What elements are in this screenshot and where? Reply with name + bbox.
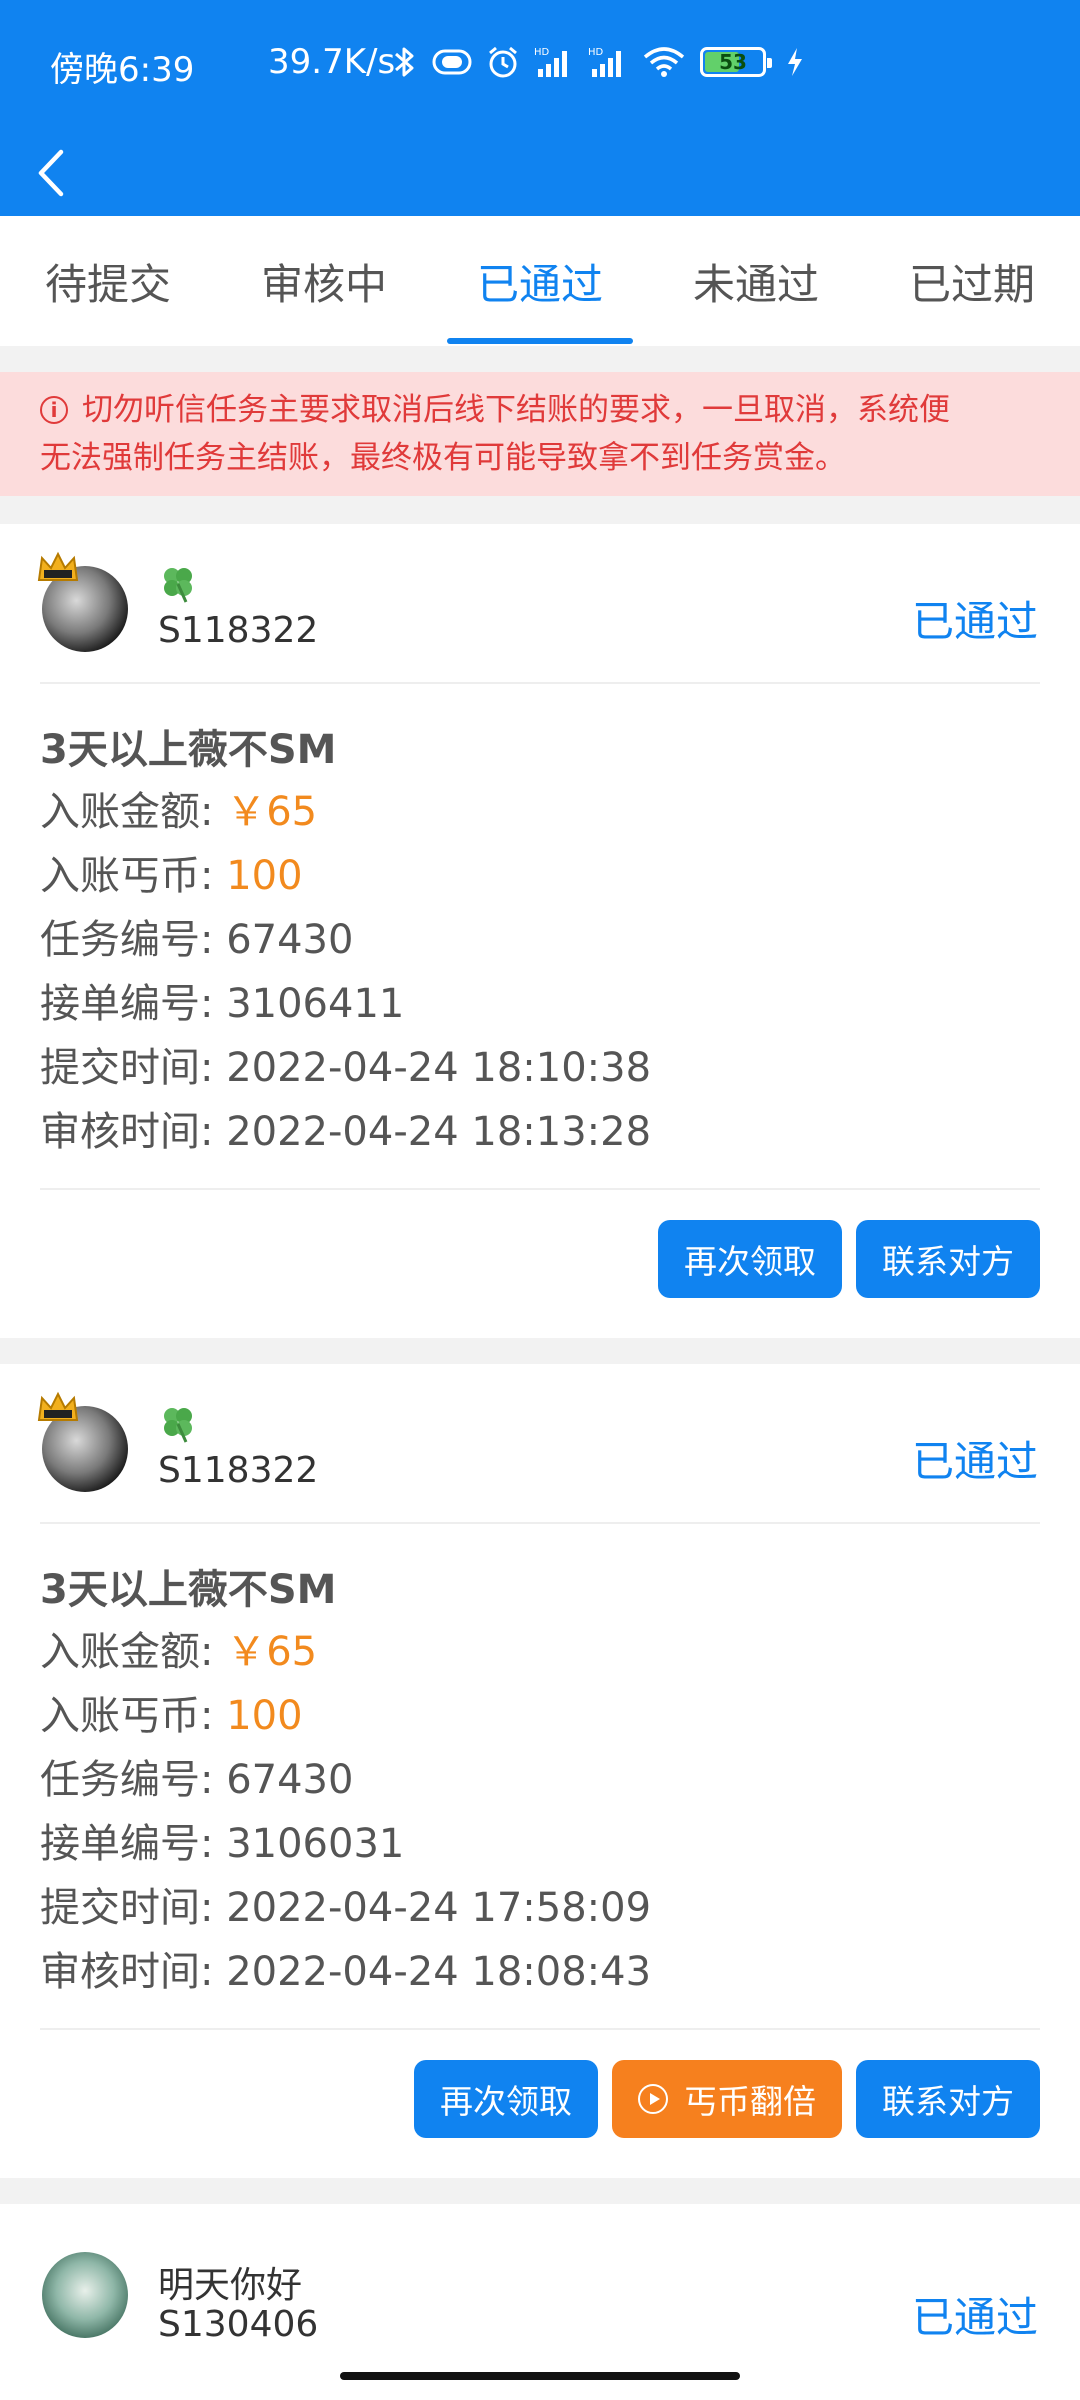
review-time-label: 审核时间: — [40, 1949, 227, 1995]
order-no-row: 接单编号: 3106031 — [40, 1812, 1040, 1876]
status-icons: HD HD 53 — [392, 40, 804, 84]
card-header: 明天你好 S130406 已通过 — [40, 2204, 1040, 2364]
double-coins-button[interactable]: 丐币翻倍 — [612, 2060, 842, 2138]
double-coins-label: 丐币翻倍 — [684, 2082, 816, 2121]
task-no-value: 67430 — [226, 917, 354, 963]
amount-label: 入账金额: — [40, 789, 227, 835]
submit-time-row: 提交时间: 2022-04-24 18:10:38 — [40, 1036, 1040, 1100]
avatar[interactable] — [42, 2252, 128, 2338]
task-card: S118322 已通过 3天以上薇不SM 入账金额: ￥65 入账丐币: 100… — [0, 1364, 1080, 2178]
status-badge: 已通过 — [911, 597, 1038, 646]
status-time: 傍晚6:39 — [50, 50, 195, 90]
network-speed: 39.7K/s — [268, 42, 396, 82]
tab-approved[interactable]: 已通过 — [432, 216, 648, 346]
battery-level: 53 — [719, 50, 747, 74]
order-no-label: 接单编号: — [40, 1821, 227, 1867]
task-no-label: 任务编号: — [40, 917, 227, 963]
amount-row: 入账金额: ￥65 — [40, 780, 1040, 844]
card-body: 3天以上薇不SM 入账金额: ￥65 入账丐币: 100 任务编号: 67430… — [40, 684, 1040, 1190]
status-badge: 已通过 — [911, 2293, 1038, 2342]
task-no-row: 任务编号: 67430 — [40, 908, 1040, 972]
submit-time-row: 提交时间: 2022-04-24 17:58:09 — [40, 1876, 1040, 1940]
submit-time-label: 提交时间: — [40, 1885, 227, 1931]
contact-button[interactable]: 联系对方 — [856, 2060, 1040, 2138]
amount-row: 入账金额: ￥65 — [40, 1620, 1040, 1684]
svg-text:HD: HD — [534, 47, 550, 58]
coins-label: 入账丐币: — [40, 1693, 227, 1739]
amount-label: 入账金额: — [40, 1629, 227, 1675]
task-no-row: 任务编号: 67430 — [40, 1748, 1040, 1812]
review-time-label: 审核时间: — [40, 1109, 227, 1155]
status-badge: 已通过 — [911, 1437, 1038, 1486]
app-bar — [0, 130, 1080, 216]
order-no-row: 接单编号: 3106411 — [40, 972, 1040, 1036]
user-name: 明天你好 — [158, 2265, 303, 2306]
wifi-icon — [642, 45, 686, 79]
signal-hd-icon: HD — [588, 45, 628, 79]
coins-label: 入账丐币: — [40, 853, 227, 899]
tab-expired[interactable]: 已过期 — [864, 216, 1080, 346]
status-tabs: 待提交 审核中 已通过 未通过 已过期 — [0, 216, 1080, 346]
order-no-value: 3106411 — [226, 981, 405, 1027]
bluetooth-icon — [392, 44, 418, 80]
task-card: S118322 已通过 3天以上薇不SM 入账金额: ￥65 入账丐币: 100… — [0, 524, 1080, 1338]
user-id: S130406 — [158, 2304, 319, 2345]
amount-value: ￥65 — [226, 1629, 318, 1675]
alarm-icon — [486, 45, 520, 79]
back-button[interactable] — [36, 130, 106, 216]
crown-icon — [37, 551, 79, 581]
vibrate-icon — [432, 46, 472, 78]
home-indicator[interactable] — [340, 2372, 740, 2380]
user-id: S118322 — [158, 1450, 319, 1491]
notice-line-2: 无法强制任务主结账，最终极有可能导致拿不到任务赏金。 — [40, 440, 846, 476]
coins-value: 100 — [226, 853, 303, 899]
coins-row: 入账丐币: 100 — [40, 844, 1040, 908]
coins-value: 100 — [226, 1693, 303, 1739]
amount-value: ￥65 — [226, 789, 318, 835]
tab-rejected[interactable]: 未通过 — [648, 216, 864, 346]
card-body: 3天以上薇不SM 入账金额: ￥65 入账丐币: 100 任务编号: 67430… — [40, 1524, 1040, 2030]
notice-line-1: 切勿听信任务主要求取消后线下结账的要求，一旦取消，系统便 — [82, 392, 950, 428]
review-time-row: 审核时间: 2022-04-24 18:13:28 — [40, 1100, 1040, 1164]
reclaim-button[interactable]: 再次领取 — [414, 2060, 598, 2138]
tab-under-review[interactable]: 审核中 — [216, 216, 432, 346]
review-time-value: 2022-04-24 18:13:28 — [226, 1109, 652, 1155]
task-title: 3天以上薇不SM — [40, 727, 337, 773]
warning-notice: i 切勿听信任务主要求取消后线下结账的要求，一旦取消，系统便 无法强制任务主结账，… — [0, 372, 1080, 496]
submit-time-value: 2022-04-24 17:58:09 — [226, 1885, 652, 1931]
card-header: S118322 已通过 — [37, 1364, 1040, 1524]
svg-text:HD: HD — [588, 47, 604, 58]
clover-icon — [164, 568, 192, 603]
submit-time-label: 提交时间: — [40, 1045, 227, 1091]
info-icon: i — [40, 396, 68, 424]
card-actions: 再次领取 丐币翻倍 联系对方 — [0, 2030, 1080, 2174]
card-header: S118322 已通过 — [37, 524, 1040, 684]
crown-icon — [37, 1391, 79, 1421]
task-title: 3天以上薇不SM — [40, 1567, 337, 1613]
status-bar: 傍晚6:39 39.7K/s HD HD 53 — [0, 0, 1080, 130]
battery-icon: 53 — [700, 47, 772, 77]
submit-time-value: 2022-04-24 18:10:38 — [226, 1045, 652, 1091]
play-icon — [638, 2084, 668, 2114]
task-card: 明天你好 S130406 已通过 — [0, 2204, 1080, 2400]
order-no-label: 接单编号: — [40, 981, 227, 1027]
card-actions: 再次领取 联系对方 — [0, 1190, 1080, 1334]
reclaim-button[interactable]: 再次领取 — [658, 1220, 842, 1298]
review-time-value: 2022-04-24 18:08:43 — [226, 1949, 652, 1995]
signal-hd-icon: HD — [534, 45, 574, 79]
charging-icon — [786, 47, 804, 77]
task-no-value: 67430 — [226, 1757, 354, 1803]
chevron-left-icon — [38, 149, 64, 197]
task-no-label: 任务编号: — [40, 1757, 227, 1803]
clover-icon — [164, 1408, 192, 1443]
user-id: S118322 — [158, 610, 319, 651]
tab-pending-submit[interactable]: 待提交 — [0, 216, 216, 346]
order-no-value: 3106031 — [226, 1821, 405, 1867]
contact-button[interactable]: 联系对方 — [856, 1220, 1040, 1298]
review-time-row: 审核时间: 2022-04-24 18:08:43 — [40, 1940, 1040, 2004]
coins-row: 入账丐币: 100 — [40, 1684, 1040, 1748]
